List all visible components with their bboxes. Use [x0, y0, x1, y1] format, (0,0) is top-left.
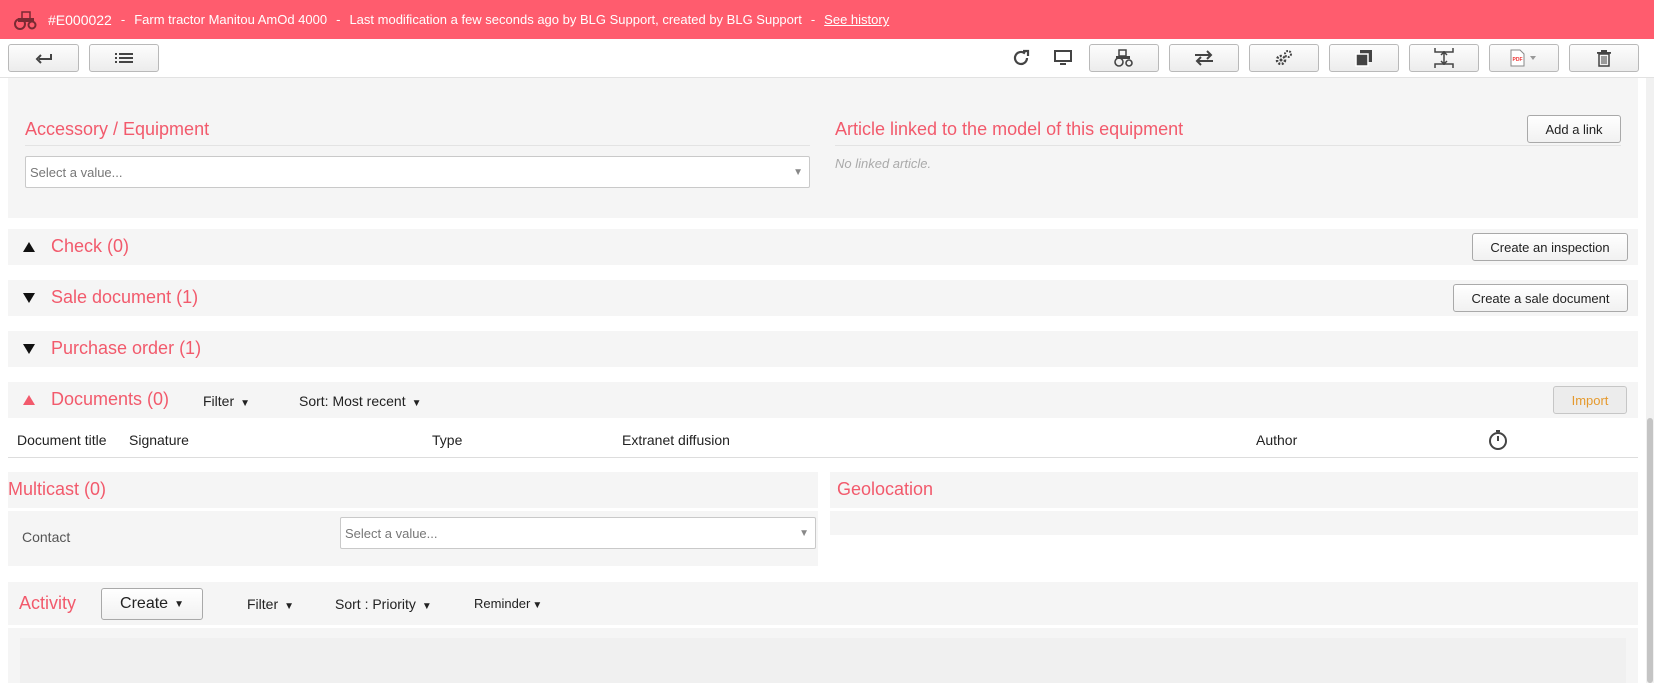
copy-pages-icon: [1354, 49, 1374, 67]
column-signature[interactable]: Signature: [129, 432, 189, 448]
separator: -: [336, 12, 341, 27]
dropdown-caret-icon: ▼: [421, 601, 432, 612]
equipment-code: #E000022: [48, 11, 112, 28]
equipment-action-button[interactable]: [1089, 44, 1159, 72]
geolocation-body: [830, 511, 1638, 535]
sale-document-section-header[interactable]: Sale document (1) Create a sale document: [8, 280, 1638, 316]
expand-down-icon: [23, 293, 35, 303]
divider: [25, 145, 810, 146]
activity-sort[interactable]: Sort : Priority ▼: [335, 596, 432, 612]
list-icon: [115, 52, 133, 64]
accessory-select[interactable]: Select a value... ▼: [25, 156, 810, 188]
dropdown-arrow-icon: ▼: [799, 528, 809, 539]
activity-body: [8, 628, 1638, 683]
documents-table-header: Document title Signature Type Extranet d…: [8, 420, 1638, 458]
pdf-export-button[interactable]: PDF: [1489, 44, 1559, 72]
transfer-arrows-icon: [1193, 50, 1215, 66]
record-content: Accessory / Equipment Select a value... …: [0, 78, 1646, 683]
collapse-up-icon: [23, 395, 35, 405]
dropdown-caret-icon: ▼: [174, 598, 184, 610]
svg-text:PDF: PDF: [1513, 57, 1523, 63]
multicast-header: Multicast (0): [8, 472, 818, 508]
check-section-header[interactable]: Check (0) Create an inspection: [8, 229, 1638, 265]
record-banner: #E000022 - Farm tractor Manitou AmOd 400…: [0, 0, 1654, 39]
column-type[interactable]: Type: [432, 432, 462, 448]
dropdown-arrow-icon: ▼: [793, 167, 803, 178]
display-button[interactable]: [1052, 47, 1074, 69]
refresh-icon: [1011, 48, 1031, 68]
modification-info: Last modification a few seconds ago by B…: [349, 12, 802, 27]
column-extranet-diffusion[interactable]: Extranet diffusion: [622, 432, 730, 448]
back-button[interactable]: [8, 44, 79, 72]
separator: -: [120, 12, 126, 27]
list-button[interactable]: [89, 44, 159, 72]
activity-title: Activity: [19, 593, 77, 613]
no-article-text: No linked article.: [835, 156, 932, 171]
divider: [835, 145, 1621, 146]
purchase-order-section-header[interactable]: Purchase order (1): [8, 331, 1638, 367]
documents-title: Documents (0): [51, 389, 170, 409]
stopwatch-icon[interactable]: [1488, 429, 1508, 451]
dropdown-caret-icon: ▼: [411, 398, 422, 409]
geolocation-header: Geolocation: [830, 472, 1638, 508]
activity-header: Activity Create ▼ Filter ▼ Sort : Priority…: [8, 582, 1638, 625]
activity-create-button[interactable]: Create ▼: [101, 588, 203, 620]
dropdown-caret-icon: ▼: [284, 601, 295, 612]
tractor-icon: [12, 10, 38, 30]
split-icon: [1433, 47, 1455, 69]
activity-list-area: [20, 638, 1626, 683]
expand-down-icon: [23, 344, 35, 354]
check-title: Check (0): [51, 236, 130, 256]
import-button[interactable]: Import: [1553, 386, 1627, 414]
multicast-body: Contact Select a value... ▼: [8, 511, 818, 566]
duplicate-button[interactable]: [1329, 44, 1399, 72]
multicast-title: Multicast (0): [8, 479, 107, 499]
column-author[interactable]: Author: [1256, 432, 1297, 448]
settings-button[interactable]: [1249, 44, 1319, 72]
collapse-up-icon: [23, 242, 35, 252]
activity-reminder[interactable]: Reminder ▼: [474, 596, 542, 611]
documents-filter[interactable]: Filter ▼: [203, 393, 250, 409]
sale-document-title: Sale document (1): [51, 287, 199, 307]
select-placeholder: Select a value...: [30, 164, 123, 180]
tractor-settings-icon: [1113, 49, 1135, 67]
accessory-article-panel: Accessory / Equipment Select a value... …: [8, 78, 1638, 218]
monitor-icon: [1053, 49, 1073, 67]
column-document-title[interactable]: Document title: [17, 432, 106, 448]
pdf-icon: PDF: [1509, 49, 1539, 67]
documents-section-header[interactable]: Documents (0) Filter ▼ Sort: Most recent ▼…: [8, 382, 1638, 418]
contact-label: Contact: [22, 529, 71, 545]
delete-button[interactable]: [1569, 44, 1639, 72]
add-link-button[interactable]: Add a link: [1527, 115, 1621, 143]
toolbar: PDF: [0, 39, 1654, 78]
create-inspection-button[interactable]: Create an inspection: [1472, 233, 1628, 261]
equipment-name: Farm tractor Manitou AmOd 4000: [134, 12, 328, 27]
activity-filter[interactable]: Filter ▼: [247, 596, 294, 612]
geolocation-title: Geolocation: [837, 479, 934, 499]
separator: -: [810, 12, 816, 27]
refresh-button[interactable]: [1010, 47, 1032, 69]
accessory-title: Accessory / Equipment: [25, 119, 210, 139]
article-title: Article linked to the model of this equi…: [835, 119, 1184, 139]
trash-icon: [1596, 49, 1612, 67]
back-arrow-icon: [35, 52, 53, 64]
transfer-button[interactable]: [1169, 44, 1239, 72]
settings-gears-icon: [1274, 49, 1294, 67]
scrollbar-thumb[interactable]: [1647, 418, 1653, 683]
see-history-link[interactable]: See history: [824, 12, 889, 27]
create-sale-document-button[interactable]: Create a sale document: [1453, 284, 1628, 312]
dropdown-caret-icon: ▼: [532, 600, 543, 611]
select-placeholder: Select a value...: [345, 525, 438, 541]
documents-sort[interactable]: Sort: Most recent ▼: [299, 393, 422, 409]
dropdown-caret-icon: ▼: [240, 398, 251, 409]
contact-select[interactable]: Select a value... ▼: [340, 517, 816, 549]
vertical-scrollbar[interactable]: [1646, 78, 1654, 683]
split-button[interactable]: [1409, 44, 1479, 72]
purchase-order-title: Purchase order (1): [51, 338, 202, 358]
